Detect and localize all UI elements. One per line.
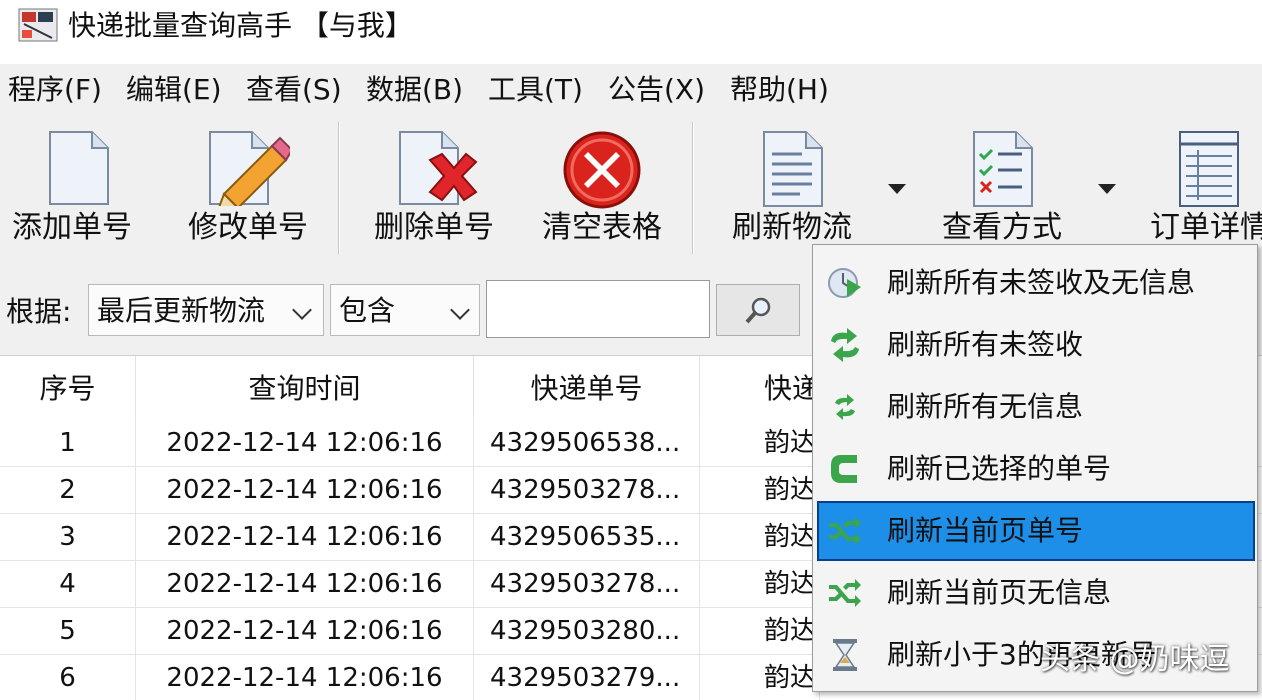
menu-item-refresh-selected[interactable]: 刷新已选择的单号: [817, 439, 1255, 499]
small-cycle-arrows-icon: [835, 394, 855, 420]
menu-item-label: 刷新已选择的单号: [887, 452, 1112, 485]
cell-courier: 韵达: [700, 608, 820, 655]
window-title: 快递批量查询高手 【与我】: [68, 9, 413, 42]
cell-query-time: 2022-12-14 12:06:16: [136, 420, 474, 467]
cell-seq: 4: [0, 561, 136, 608]
cell-query-time: 2022-12-14 12:06:16: [136, 561, 474, 608]
delete-number-label: 删除单号: [374, 210, 494, 245]
title-bar: 快递批量查询高手 【与我】: [0, 0, 1262, 60]
refresh-dropdown-arrow-icon[interactable]: [888, 184, 906, 194]
checklist-icon: [973, 131, 1033, 207]
toolbar-separator: [692, 122, 694, 254]
menu-item-label: 刷新所有未签收及无信息: [887, 266, 1196, 299]
list-document-icon: [763, 131, 823, 207]
document-icon: [49, 131, 109, 205]
pencil-document-icon: [209, 131, 290, 206]
cell-seq: 6: [0, 655, 136, 700]
cell-tracking-number: 4329503280...: [474, 608, 700, 655]
cell-seq: 5: [0, 608, 136, 655]
return-arrow-icon: [831, 455, 857, 483]
shuffle-icon: [829, 517, 861, 545]
menu-item-refresh-current-page[interactable]: 刷新当前页单号: [817, 501, 1255, 561]
delete-document-icon: [399, 131, 478, 205]
filter-field-value: 最后更新物流: [97, 294, 266, 327]
edit-number-label: 修改单号: [188, 210, 308, 245]
toolbar: 添加单号 修改单号 删除单号 清空表格 刷新物流 查看方式 订单详情: [0, 114, 1262, 258]
table-document-icon: [1179, 131, 1239, 207]
cell-query-time: 2022-12-14 12:06:16: [136, 514, 474, 561]
cell-tracking-number: 4329503278...: [474, 561, 700, 608]
cell-query-time: 2022-12-14 12:06:16: [136, 467, 474, 514]
shuffle-icon: [829, 579, 861, 607]
watermark: 头条 @奶味逗: [1040, 642, 1230, 677]
refresh-dropdown-menu: 刷新所有未签收及无信息 刷新所有未签收 刷新所有无信息 刷新已选择的单号 刷新当…: [812, 244, 1258, 692]
cycle-arrows-icon: [831, 328, 859, 362]
menu-notice[interactable]: 公告(X): [608, 70, 705, 110]
chevron-down-icon: [292, 300, 312, 320]
add-number-button[interactable]: 添加单号: [0, 114, 148, 254]
refresh-logistics-button[interactable]: 刷新物流: [720, 114, 920, 254]
view-mode-label: 查看方式: [942, 210, 1062, 245]
cell-seq: 2: [0, 467, 136, 514]
cell-query-time: 2022-12-14 12:06:16: [136, 608, 474, 655]
menu-item-refresh-all-unsigned[interactable]: 刷新所有未签收: [817, 315, 1255, 375]
filter-mode-value: 包含: [339, 294, 396, 327]
view-mode-dropdown-arrow-icon[interactable]: [1098, 184, 1116, 194]
cell-seq: 1: [0, 420, 136, 467]
menu-item-refresh-all-no-info[interactable]: 刷新所有无信息: [817, 377, 1255, 437]
view-mode-button[interactable]: 查看方式: [930, 114, 1124, 254]
column-header-tracking-number[interactable]: 快递单号: [474, 356, 700, 422]
menu-data[interactable]: 数据(B): [366, 70, 463, 110]
cell-tracking-number: 4329503278...: [474, 467, 700, 514]
menu-item-refresh-current-page-no-info[interactable]: 刷新当前页无信息: [817, 563, 1255, 623]
app-logo-icon: [18, 8, 58, 42]
search-button[interactable]: [716, 284, 800, 336]
menu-item-label: 刷新所有未签收: [887, 328, 1084, 361]
menu-edit[interactable]: 编辑(E): [126, 70, 222, 110]
menu-item-label: 刷新所有无信息: [887, 390, 1084, 423]
menu-help[interactable]: 帮助(H): [730, 70, 829, 110]
cell-seq: 3: [0, 514, 136, 561]
menu-program[interactable]: 程序(F): [8, 70, 102, 110]
menu-bar: 程序(F) 编辑(E) 查看(S) 数据(B) 工具(T) 公告(X) 帮助(H…: [0, 64, 1262, 114]
cell-courier: 韵达: [700, 514, 820, 561]
cell-tracking-number: 4329506538...: [474, 420, 700, 467]
column-header-seq[interactable]: 序号: [0, 356, 136, 422]
filter-mode-select[interactable]: 包含: [330, 284, 480, 336]
order-details-label: 订单详情: [1150, 210, 1262, 245]
clock-refresh-icon: [828, 268, 861, 298]
cell-query-time: 2022-12-14 12:06:16: [136, 655, 474, 700]
filter-by-label: 根据:: [6, 295, 72, 328]
add-number-label: 添加单号: [12, 210, 132, 245]
menu-item-label: 刷新当前页单号: [887, 514, 1084, 547]
menu-tools[interactable]: 工具(T): [488, 70, 583, 110]
edit-number-button[interactable]: 修改单号: [178, 114, 318, 254]
cell-courier: 韵达: [700, 561, 820, 608]
menu-item-refresh-unsigned-and-no-info[interactable]: 刷新所有未签收及无信息: [817, 253, 1255, 313]
cell-tracking-number: 4329506535...: [474, 514, 700, 561]
magnifier-icon: [745, 297, 771, 324]
order-details-button[interactable]: 订单详情: [1140, 114, 1262, 254]
hourglass-icon: [833, 639, 857, 671]
cell-courier: 韵达: [700, 467, 820, 514]
delete-number-button[interactable]: 删除单号: [360, 114, 510, 254]
filter-query-input[interactable]: [486, 280, 710, 338]
clear-table-button[interactable]: 清空表格: [530, 114, 680, 254]
cell-courier: 韵达: [700, 655, 820, 700]
chevron-down-icon: [450, 300, 470, 320]
toolbar-separator: [338, 122, 340, 254]
cell-tracking-number: 4329503279...: [474, 655, 700, 700]
filter-field-select[interactable]: 最后更新物流: [88, 284, 324, 336]
refresh-logistics-label: 刷新物流: [732, 210, 852, 245]
clear-table-label: 清空表格: [542, 210, 662, 245]
column-header-query-time[interactable]: 查询时间: [136, 356, 474, 422]
menu-item-label: 刷新当前页无信息: [887, 576, 1112, 609]
clear-red-x-icon: [563, 131, 641, 209]
cell-courier: 韵达: [700, 420, 820, 467]
menu-view[interactable]: 查看(S): [246, 70, 342, 110]
